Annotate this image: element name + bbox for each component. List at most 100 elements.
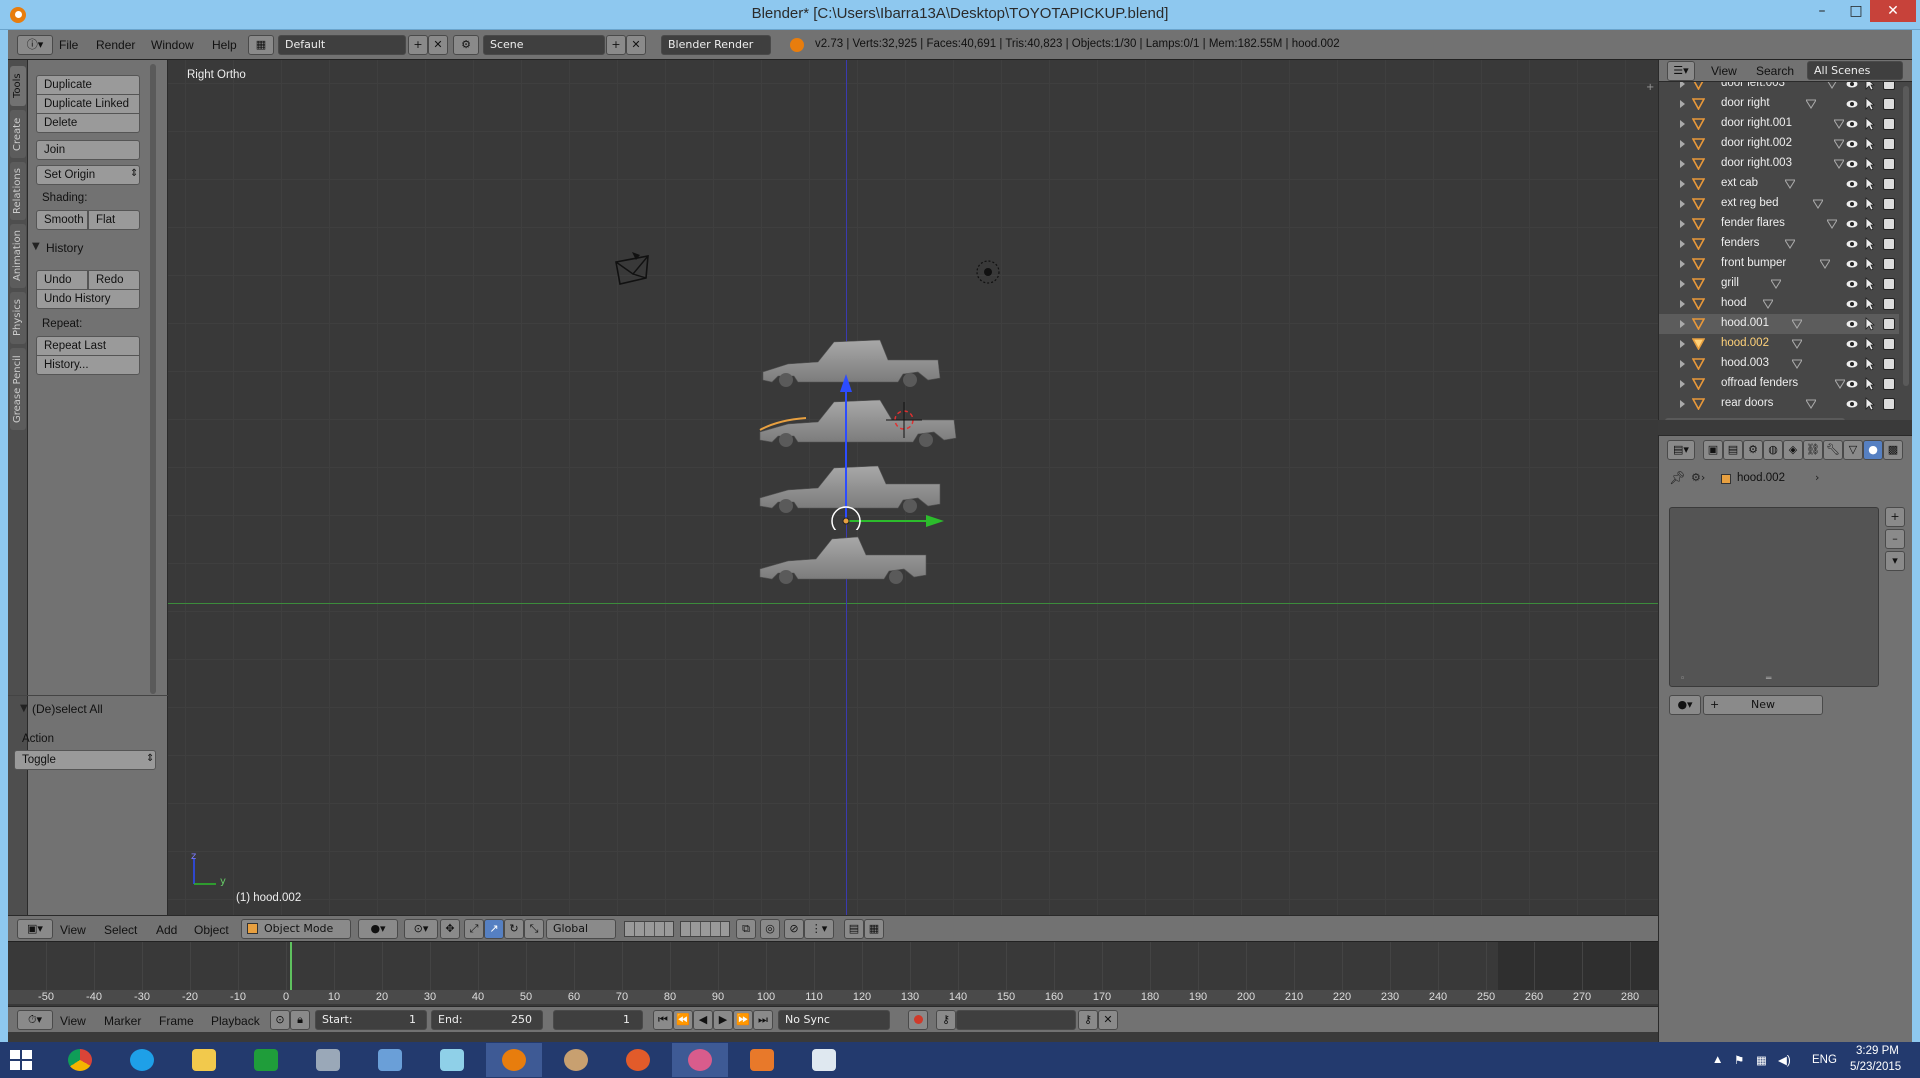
outliner-item-name[interactable]: door right.003 [1721,157,1792,169]
mesh-data-icon[interactable] [1827,82,1837,89]
renderable-camera-icon[interactable] [1883,318,1895,330]
visibility-eye-icon[interactable] [1846,98,1858,110]
scene-icon[interactable]: ⚙ [453,35,479,55]
outliner-item-name[interactable]: front bumper [1721,257,1786,269]
close-button[interactable]: ✕ [1870,0,1916,22]
taskbar-file-explorer-icon[interactable] [176,1043,232,1077]
tray-volume-icon[interactable]: ◀) [1778,1053,1791,1067]
delete-screen-icon[interactable]: ✕ [428,35,448,55]
mesh-data-icon[interactable] [1834,119,1845,129]
history-button[interactable]: History... [36,355,140,375]
selectable-cursor-icon[interactable] [1865,137,1875,151]
tray-date[interactable]: 5/23/2015 [1850,1061,1901,1073]
timeline-ruler[interactable] [8,990,1658,1004]
renderable-camera-icon[interactable] [1883,358,1895,370]
menu-window[interactable]: Window [151,38,194,52]
outliner-item[interactable]: door left.003 [1659,82,1899,94]
renderable-camera-icon[interactable] [1883,378,1895,390]
tray-overflow-icon[interactable]: ▲ [1712,1054,1723,1066]
data-tab-icon[interactable]: ▽ [1843,440,1863,460]
render-opengl-icon[interactable]: ▤ [844,919,864,939]
expand-arrow-icon[interactable] [1680,300,1685,308]
outliner-item-name[interactable]: grill [1721,277,1739,289]
manipulator-toggle-icon[interactable]: ✥ [440,919,460,939]
selectable-cursor-icon[interactable] [1865,317,1875,331]
selectable-cursor-icon[interactable] [1865,197,1875,211]
new-material-button[interactable]: + New [1703,695,1823,715]
jump-start-icon[interactable]: ⏮ [653,1010,673,1030]
insert-keyframe-icon[interactable]: ⚷ [1078,1010,1098,1030]
mesh-data-icon[interactable] [1834,139,1845,149]
modifiers-tab-icon[interactable]: 🔧︎ [1823,440,1843,460]
taskbar-media-player-icon[interactable] [734,1043,790,1077]
outliner-display-mode-select[interactable]: All Scenes [1807,61,1903,80]
visibility-eye-icon[interactable] [1846,358,1858,370]
renderable-camera-icon[interactable] [1883,118,1895,130]
action-select[interactable]: Toggle [14,750,156,770]
selectable-cursor-icon[interactable] [1865,177,1875,191]
outliner-item-name[interactable]: door right.002 [1721,137,1792,149]
start-button-icon[interactable] [10,1050,32,1070]
renderable-camera-icon[interactable] [1883,258,1895,270]
renderable-camera-icon[interactable] [1883,178,1895,190]
outliner-item[interactable]: door right.002 [1659,134,1899,154]
expand-arrow-icon[interactable] [1680,380,1685,388]
outliner-item[interactable]: hood.002 [1659,334,1899,354]
expand-arrow-icon[interactable] [1680,82,1685,88]
mesh-data-icon[interactable] [1835,379,1845,389]
visibility-eye-icon[interactable] [1846,198,1858,210]
outliner-scrollbar[interactable] [1903,86,1909,386]
outliner-tree[interactable]: door left.003 door right door right.001 doo… [1658,82,1912,420]
outliner-item[interactable]: hood [1659,294,1899,314]
remove-material-slot-icon[interactable]: – [1885,529,1905,549]
jump-end-icon[interactable]: ⏭ [753,1010,773,1030]
mesh-data-icon[interactable] [1784,239,1795,249]
sync-mode-select[interactable]: No Sync [778,1010,890,1030]
selectable-cursor-icon[interactable] [1865,277,1875,291]
delete-button[interactable]: Delete [36,113,140,133]
material-specials-icon[interactable]: ▾ [1885,551,1905,571]
outliner-item[interactable]: front bumper [1659,254,1899,274]
visibility-eye-icon[interactable] [1846,218,1858,230]
add-scene-icon[interactable]: + [606,35,626,55]
visibility-eye-icon[interactable] [1846,118,1858,130]
active-keying-set-field[interactable] [956,1010,1076,1030]
menu-add[interactable]: Add [156,923,177,937]
timeline-menu-playback[interactable]: Playback [211,1014,260,1028]
3d-cursor-icon[interactable] [884,400,924,440]
set-origin-select[interactable]: Set Origin [36,165,140,185]
transform-orientation-select[interactable]: Global [546,919,616,939]
material-browse-icon[interactable]: ●▾ [1669,695,1701,715]
outliner-item[interactable]: ext cab [1659,174,1899,194]
tray-action-center-icon[interactable]: ⚑ [1734,1053,1744,1067]
play-reverse-icon[interactable]: ◀ [693,1010,713,1030]
outliner-item[interactable]: hood.003 [1659,354,1899,374]
tab-animation[interactable]: Animation [10,224,26,288]
tab-relations[interactable]: Relations [10,162,26,220]
menu-select[interactable]: Select [104,923,137,937]
outliner-menu-search[interactable]: Search [1756,64,1794,78]
menu-render[interactable]: Render [96,38,135,52]
renderable-camera-icon[interactable] [1883,98,1895,110]
visibility-eye-icon[interactable] [1846,82,1858,90]
layers-grid-2[interactable] [680,921,730,937]
selectable-cursor-icon[interactable] [1865,337,1875,351]
expand-arrow-icon[interactable] [1680,180,1685,188]
list-filter-icon[interactable]: ◦ [1680,674,1685,684]
transform-manipulator[interactable] [818,370,968,530]
taskbar-snipping-tool-icon[interactable] [672,1043,728,1077]
expand-arrow-icon[interactable] [1680,200,1685,208]
snap-element-icon[interactable]: ⋮▾ [804,919,834,939]
3d-viewport[interactable]: Right Ortho z y (1) hood.002 + [168,60,1658,915]
renderable-camera-icon[interactable] [1883,198,1895,210]
renderable-camera-icon[interactable] [1883,82,1895,90]
history-collapse-icon[interactable]: ▼ [32,241,40,252]
redo-button[interactable]: Redo [88,270,140,290]
mesh-data-icon[interactable] [1813,199,1824,209]
tab-physics[interactable]: Physics [10,292,26,344]
editor-type-timeline-icon[interactable]: ⏱▾ [17,1010,53,1030]
mesh-data-icon[interactable] [1791,359,1802,369]
mesh-data-icon[interactable] [1820,259,1831,269]
operator-collapse-icon[interactable]: ▼ [20,703,28,714]
editor-type-properties-icon[interactable]: ▤▾ [1667,440,1695,460]
